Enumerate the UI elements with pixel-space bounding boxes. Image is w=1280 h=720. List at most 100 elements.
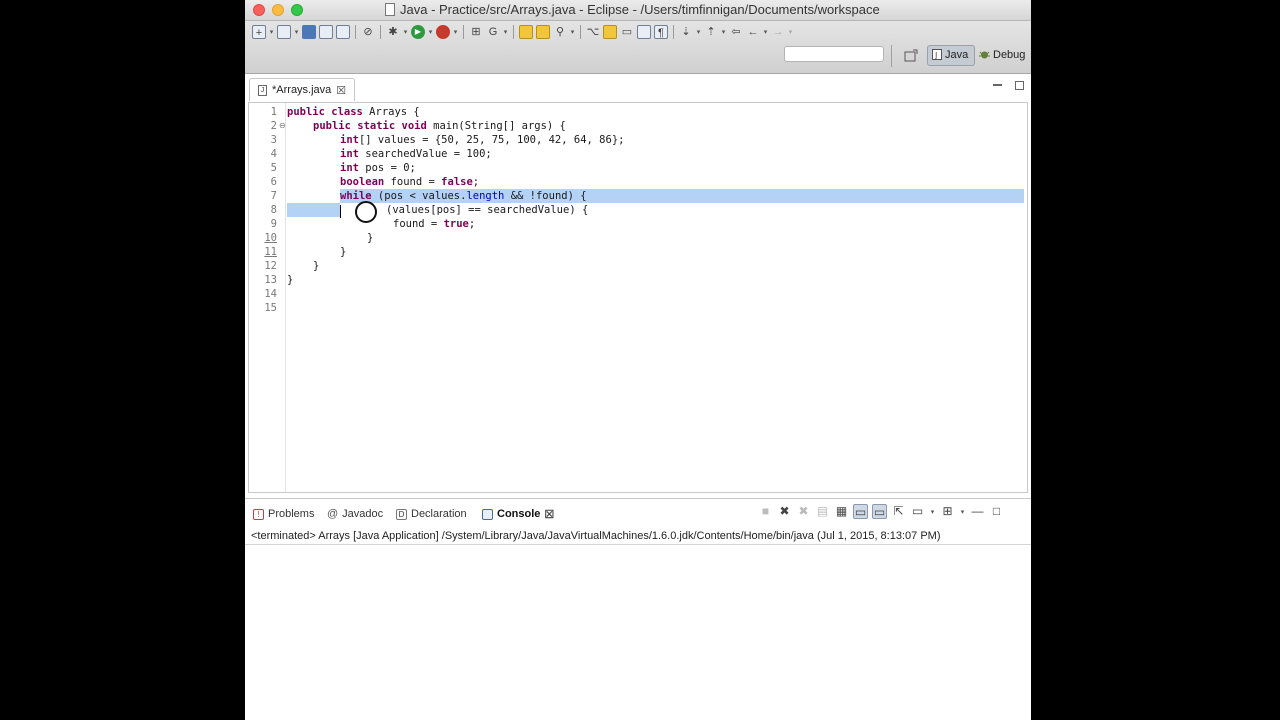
close-tab-icon[interactable]: ☒ [336, 84, 346, 97]
panel-minimize-icon[interactable]: — [970, 504, 985, 519]
block-selection-icon[interactable]: ▭ [620, 25, 634, 39]
tab-declaration[interactable]: D Declaration [396, 505, 467, 523]
clear-console-icon[interactable]: ▤ [815, 504, 830, 519]
at-icon: @ [327, 508, 339, 520]
code-line: public class Arrays { [287, 106, 420, 118]
mark-occurrences-icon[interactable] [603, 25, 617, 39]
console-icon [482, 508, 493, 520]
chevron-down-icon[interactable]: ▾ [762, 28, 769, 36]
remove-all-terminated-icon[interactable]: ✖ [796, 504, 811, 519]
toggle-breadcrumb-icon[interactable]: ⌥ [586, 25, 600, 39]
previous-annotation-icon[interactable]: ⇡ [704, 25, 718, 39]
toolbar-row: + ▾ ▾ ⊘ ✱ ▾ ▶ ▾ ▾ ⊞ G ▾ ⚲ ▾ ⌥ ▭ ¶ ⇣ ▾ ⇡ … [251, 23, 794, 41]
line-number: 7 [270, 190, 277, 202]
console-toolbar: ■ ✖ ✖ ▤ ▦ ▭ ▭ ⇱ ▭ ▾ ⊞ ▾ — □ [758, 504, 1004, 519]
word-wrap-icon[interactable] [637, 25, 651, 39]
editor-tab-arrays-java[interactable]: J *Arrays.java ☒ [249, 78, 356, 101]
chevron-down-icon[interactable]: ▾ [720, 28, 727, 36]
code-area[interactable]: public class Arrays { public static void… [287, 103, 1025, 492]
debug-perspective-button[interactable]: Debug [979, 45, 1025, 66]
last-edit-location-icon[interactable]: ⇦ [729, 25, 743, 39]
selection-highlight [287, 203, 340, 217]
fold-collapse-icon[interactable]: ⊖ [279, 121, 286, 130]
debug-perspective-label: Debug [993, 49, 1026, 61]
forward-icon[interactable]: → [771, 25, 785, 39]
save-all-icon[interactable] [319, 25, 333, 39]
open-task-icon[interactable] [536, 25, 550, 39]
new-package-icon[interactable]: G [486, 25, 500, 39]
panel-maximize-icon[interactable]: □ [989, 504, 1004, 519]
line-number: 3 [270, 134, 277, 146]
code-line: } [313, 260, 320, 272]
chevron-down-icon[interactable]: ▾ [293, 28, 300, 36]
chevron-down-icon[interactable]: ▾ [569, 28, 576, 36]
java-file-icon: J [258, 84, 267, 96]
tab-console[interactable]: Console ☒ [482, 505, 554, 523]
close-tab-icon[interactable]: ☒ [544, 508, 554, 521]
print-icon[interactable] [336, 25, 350, 39]
toolbar-separator [380, 25, 381, 39]
quick-access-input[interactable] [784, 46, 884, 62]
code-editor[interactable]: 1 2 ⊖ 3 4 5 6 7 8 9 10 11 12 13 14 15 pu… [248, 102, 1028, 493]
editor-maximize-button[interactable] [1015, 81, 1024, 90]
chevron-down-icon[interactable]: ▾ [959, 508, 966, 516]
remove-launch-icon[interactable]: ✖ [777, 504, 792, 519]
window-zoom-button[interactable] [291, 4, 303, 16]
pin-console-icon[interactable]: ⇱ [891, 504, 906, 519]
code-line: int searchedValue = 100; [340, 148, 492, 160]
tab-label: Javadoc [342, 508, 384, 520]
new-java-project-icon[interactable]: ⊞ [469, 25, 483, 39]
editor-tab-label: *Arrays.java [272, 84, 332, 96]
chevron-down-icon[interactable]: ▾ [929, 508, 936, 516]
back-icon[interactable]: ← [746, 25, 760, 39]
code-line: while (pos < values.length && !found) { [340, 190, 587, 202]
scroll-lock-icon[interactable]: ▦ [834, 504, 849, 519]
external-tools-icon[interactable] [436, 25, 450, 39]
toolbar-separator [580, 25, 581, 39]
open-folder-icon[interactable] [519, 25, 533, 39]
code-line: (values[pos] == searchedValue) { [386, 204, 589, 216]
terminate-icon[interactable]: ■ [758, 504, 773, 519]
line-number: 5 [270, 162, 277, 174]
title-bar: Java - Practice/src/Arrays.java - Eclips… [245, 0, 1031, 21]
window-minimize-button[interactable] [272, 4, 284, 16]
show-on-stderr-icon[interactable]: ▭ [872, 504, 887, 519]
show-whitespace-icon[interactable]: ¶ [654, 25, 668, 39]
skip-breakpoints-icon[interactable]: ⊘ [361, 25, 375, 39]
tab-problems[interactable]: ! Problems [253, 505, 314, 523]
debug-icon[interactable]: ✱ [386, 25, 400, 39]
chevron-down-icon[interactable]: ▾ [787, 28, 794, 36]
text-caret [340, 205, 341, 218]
search-icon[interactable]: ⚲ [553, 25, 567, 39]
open-type-icon[interactable] [277, 25, 291, 39]
chevron-down-icon[interactable]: ▾ [402, 28, 409, 36]
window-close-button[interactable] [253, 4, 265, 16]
open-console-icon[interactable]: ⊞ [940, 504, 955, 519]
save-icon[interactable] [302, 25, 316, 39]
toolbar-separator [513, 25, 514, 39]
java-perspective-button[interactable]: J Java [927, 45, 975, 66]
line-number: 9 [270, 218, 277, 230]
tab-javadoc[interactable]: @ Javadoc [327, 505, 383, 523]
chevron-down-icon[interactable]: ▾ [268, 28, 275, 36]
chevron-down-icon[interactable]: ▾ [695, 28, 702, 36]
editor-tab-bar: J *Arrays.java ☒ [245, 74, 1031, 102]
next-annotation-icon[interactable]: ⇣ [679, 25, 693, 39]
main-toolbar: + ▾ ▾ ⊘ ✱ ▾ ▶ ▾ ▾ ⊞ G ▾ ⚲ ▾ ⌥ ▭ ¶ ⇣ ▾ ⇡ … [245, 21, 1031, 74]
chevron-down-icon[interactable]: ▾ [427, 28, 434, 36]
show-on-stdout-icon[interactable]: ▭ [853, 504, 868, 519]
display-console-icon[interactable]: ▭ [910, 504, 925, 519]
line-number: 1 [270, 106, 277, 118]
new-icon[interactable]: + [252, 25, 266, 39]
chevron-down-icon[interactable]: ▾ [452, 28, 459, 36]
open-perspective-icon[interactable] [904, 49, 918, 63]
run-icon[interactable]: ▶ [411, 25, 425, 39]
chevron-down-icon[interactable]: ▾ [502, 28, 509, 36]
line-number: 14 [264, 288, 277, 300]
line-number: 11 [264, 246, 277, 258]
document-proxy-icon [385, 3, 395, 16]
editor-minimize-button[interactable] [993, 84, 1002, 86]
toolbar-separator [891, 45, 892, 67]
java-perspective-icon: J [932, 48, 942, 67]
console-status-line: <terminated> Arrays [Java Application] /… [251, 530, 941, 542]
